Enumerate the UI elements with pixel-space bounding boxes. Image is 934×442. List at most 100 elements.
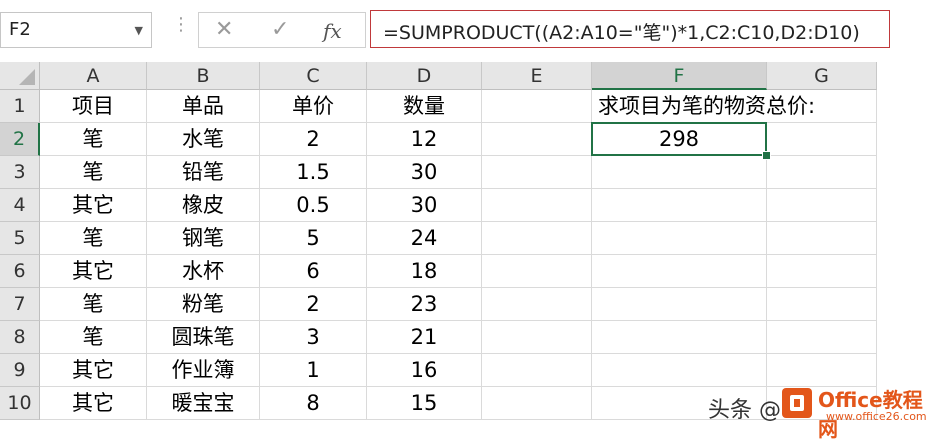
row-header-2[interactable]: 2 [0, 123, 40, 156]
row-header-8[interactable]: 8 [0, 321, 40, 354]
cell-f8[interactable] [592, 321, 767, 354]
cell-c8[interactable]: 3 [260, 321, 367, 354]
cell-c5[interactable]: 5 [260, 222, 367, 255]
cell-a9[interactable]: 其它 [40, 354, 147, 387]
cell-b2[interactable]: 水笔 [147, 123, 260, 156]
cell-d5[interactable]: 24 [367, 222, 482, 255]
cell-c6[interactable]: 6 [260, 255, 367, 288]
column-header-b[interactable]: B [147, 62, 260, 90]
cell-a3[interactable]: 笔 [40, 156, 147, 189]
office-logo-icon [782, 388, 812, 418]
cell-e5[interactable] [482, 222, 592, 255]
watermark-url: www.office26.com [826, 410, 927, 423]
cell-c9[interactable]: 1 [260, 354, 367, 387]
cell-d10[interactable]: 15 [367, 387, 482, 420]
cell-a1[interactable]: 项目 [40, 90, 147, 123]
cell-e9[interactable] [482, 354, 592, 387]
column-header-d[interactable]: D [367, 62, 482, 90]
cell-f4[interactable] [592, 189, 767, 222]
column-header-c[interactable]: C [260, 62, 367, 90]
row-header-6[interactable]: 6 [0, 255, 40, 288]
cell-a5[interactable]: 笔 [40, 222, 147, 255]
name-box-value: F2 [9, 19, 31, 40]
cell-f1[interactable]: 求项目为笔的物资总价: [592, 90, 815, 123]
watermark-prefix: 头条 @ [708, 398, 781, 423]
cell-g5[interactable] [767, 222, 877, 255]
cell-d6[interactable]: 18 [367, 255, 482, 288]
cell-a2[interactable]: 笔 [40, 123, 147, 156]
cell-g4[interactable] [767, 189, 877, 222]
cell-e2[interactable] [482, 123, 592, 156]
name-box[interactable]: F2 ▼ [0, 12, 152, 48]
row-header-5[interactable]: 5 [0, 222, 40, 255]
cell-b10[interactable]: 暖宝宝 [147, 387, 260, 420]
cell-g1[interactable] [767, 90, 877, 123]
cell-g2[interactable] [767, 123, 877, 156]
insert-function-icon[interactable]: fx [323, 19, 342, 43]
cell-d2[interactable]: 12 [367, 123, 482, 156]
cell-c3[interactable]: 1.5 [260, 156, 367, 189]
cell-f9[interactable] [592, 354, 767, 387]
active-cell-outline [591, 122, 767, 156]
cell-f5[interactable] [592, 222, 767, 255]
column-header-g[interactable]: G [767, 62, 877, 90]
cell-b7[interactable]: 粉笔 [147, 288, 260, 321]
cell-e10[interactable] [482, 387, 592, 420]
fill-handle[interactable] [762, 151, 771, 160]
cell-a7[interactable]: 笔 [40, 288, 147, 321]
column-header-e[interactable]: E [482, 62, 592, 90]
cell-a10[interactable]: 其它 [40, 387, 147, 420]
cell-g8[interactable] [767, 321, 877, 354]
cell-e6[interactable] [482, 255, 592, 288]
cell-d8[interactable]: 21 [367, 321, 482, 354]
cell-d7[interactable]: 23 [367, 288, 482, 321]
cell-e8[interactable] [482, 321, 592, 354]
row-header-1[interactable]: 1 [0, 90, 40, 123]
cell-g6[interactable] [767, 255, 877, 288]
cell-a4[interactable]: 其它 [40, 189, 147, 222]
column-header-a[interactable]: A [40, 62, 147, 90]
cell-e3[interactable] [482, 156, 592, 189]
formula-input[interactable]: =SUMPRODUCT((A2:A10="笔")*1,C2:C10,D2:D10… [370, 10, 890, 48]
cell-c2[interactable]: 2 [260, 123, 367, 156]
row-header-9[interactable]: 9 [0, 354, 40, 387]
formula-bar-area: F2 ▼ ⋮ ✕ ✓ fx =SUMPRODUCT((A2:A10="笔")*1… [0, 0, 934, 60]
cell-c1[interactable]: 单价 [260, 90, 367, 123]
cell-b9[interactable]: 作业簿 [147, 354, 260, 387]
row-header-4[interactable]: 4 [0, 189, 40, 222]
formula-buttons: ✕ ✓ fx [198, 12, 366, 48]
row-header-10[interactable]: 10 [0, 387, 40, 420]
cell-b4[interactable]: 橡皮 [147, 189, 260, 222]
cell-b3[interactable]: 铅笔 [147, 156, 260, 189]
cell-d4[interactable]: 30 [367, 189, 482, 222]
cell-b6[interactable]: 水杯 [147, 255, 260, 288]
cell-b1[interactable]: 单品 [147, 90, 260, 123]
cell-a6[interactable]: 其它 [40, 255, 147, 288]
formula-text: =SUMPRODUCT((A2:A10="笔")*1,C2:C10,D2:D10… [383, 22, 860, 44]
cell-b8[interactable]: 圆珠笔 [147, 321, 260, 354]
cell-c7[interactable]: 2 [260, 288, 367, 321]
cell-d1[interactable]: 数量 [367, 90, 482, 123]
chevron-down-icon[interactable]: ▼ [135, 24, 143, 37]
row-header-3[interactable]: 3 [0, 156, 40, 189]
column-header-f[interactable]: F [592, 62, 767, 90]
cell-g3[interactable] [767, 156, 877, 189]
enter-icon[interactable]: ✓ [271, 17, 289, 42]
cancel-icon[interactable]: ✕ [215, 17, 233, 42]
cell-e7[interactable] [482, 288, 592, 321]
cell-c10[interactable]: 8 [260, 387, 367, 420]
cell-f3[interactable] [592, 156, 767, 189]
more-vertical-icon[interactable]: ⋮ [172, 16, 190, 34]
cell-e4[interactable] [482, 189, 592, 222]
cell-c4[interactable]: 0.5 [260, 189, 367, 222]
cell-g7[interactable] [767, 288, 877, 321]
cell-f6[interactable] [592, 255, 767, 288]
cell-a8[interactable]: 笔 [40, 321, 147, 354]
cell-d9[interactable]: 16 [367, 354, 482, 387]
cell-e1[interactable] [482, 90, 592, 123]
cell-d3[interactable]: 30 [367, 156, 482, 189]
row-header-7[interactable]: 7 [0, 288, 40, 321]
select-all-button[interactable] [0, 62, 40, 90]
cell-f7[interactable] [592, 288, 767, 321]
cell-b5[interactable]: 钢笔 [147, 222, 260, 255]
